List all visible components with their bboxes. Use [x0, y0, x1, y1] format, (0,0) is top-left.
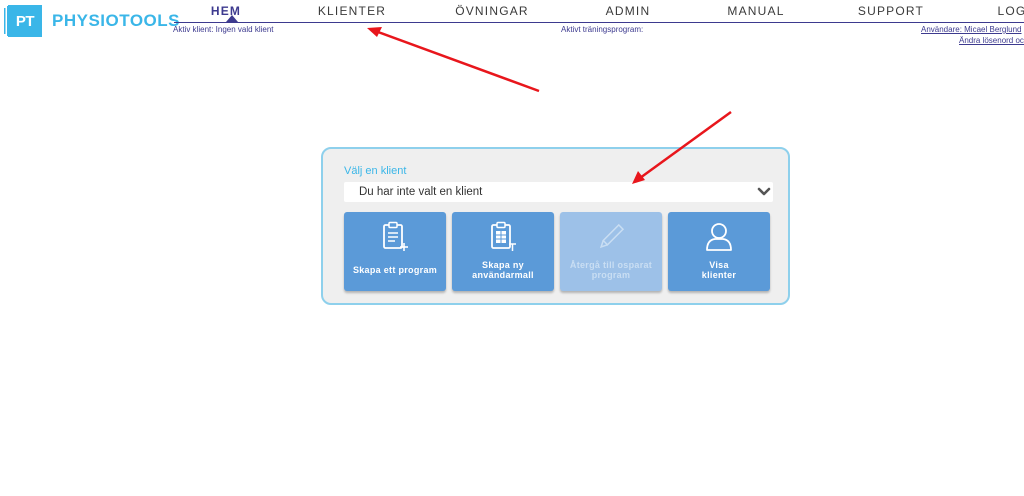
nav-item-logout[interactable]: LOG [998, 4, 1024, 18]
select-client-label: Välj en klient [344, 165, 407, 177]
client-selection-panel: Välj en klient Du har inte valt en klien… [321, 147, 790, 305]
logo-initials: PT [15, 12, 35, 30]
physiotools-logo[interactable]: PT PHYSIOTOOLS [4, 5, 180, 37]
client-select-value: Du har inte valt en klient [359, 186, 483, 198]
clipboard-plus-icon [383, 221, 408, 251]
create-program-button[interactable]: Skapa ett program [344, 212, 446, 291]
create-template-label-line1: Skapa ny [482, 260, 524, 270]
pencil-icon [599, 223, 625, 249]
user-icon [706, 223, 732, 251]
nav-item-manual[interactable]: MANUAL [727, 4, 784, 18]
create-program-label: Skapa ett program [352, 265, 438, 275]
brand-name: PHYSIOTOOLS [52, 11, 180, 30]
resume-unsaved-program-button[interactable]: Återgå till osparat program [560, 212, 662, 291]
chevron-down-icon [757, 187, 771, 196]
resume-unsaved-label-line2: program [591, 270, 631, 280]
logo-stripes-icon [4, 6, 9, 36]
active-program-status: Aktivt träningsprogram: [561, 25, 644, 34]
create-template-label-line2: användarmall [472, 270, 534, 280]
nav-item-admin[interactable]: ADMIN [606, 4, 651, 18]
show-clients-label-line2: klienter [701, 270, 737, 280]
create-template-button[interactable]: Skapa ny användarmall [452, 212, 554, 291]
clipboard-template-icon [491, 221, 516, 251]
client-select[interactable]: Du har inte valt en klient [344, 182, 773, 202]
arrow-to-klienter-icon [367, 27, 540, 93]
nav-item-support[interactable]: SUPPORT [858, 4, 924, 18]
resume-unsaved-label-line1: Återgå till osparat [569, 260, 653, 270]
nav-item-klienter[interactable]: KLIENTER [318, 4, 386, 18]
show-clients-label-line1: Visa [709, 260, 729, 270]
change-password-link[interactable]: Ändra lösenord och [959, 36, 1024, 45]
main-nav: HEM KLIENTER ÖVNINGAR ADMIN MANUAL SUPPO… [174, 0, 1024, 23]
logo-mark: PT [4, 5, 42, 37]
active-nav-indicator [226, 15, 238, 22]
user-account-link[interactable]: Användare: Micael Berglund [921, 25, 1022, 34]
nav-item-ovningar[interactable]: ÖVNINGAR [455, 4, 529, 18]
show-clients-button[interactable]: Visa klienter [668, 212, 770, 291]
active-client-status: Aktiv klient: Ingen vald klient [173, 25, 274, 34]
